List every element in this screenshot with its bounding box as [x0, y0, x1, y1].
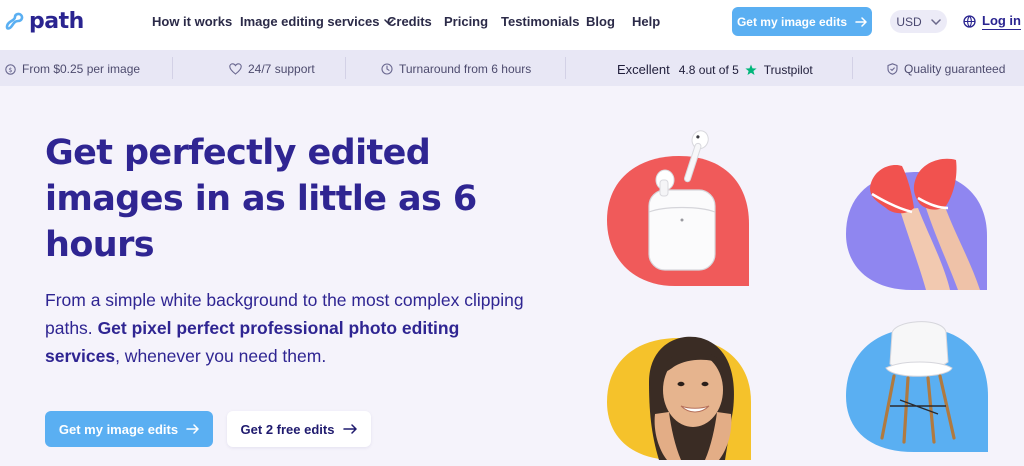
arrow-right-icon	[343, 424, 358, 434]
path-logo-icon	[5, 12, 24, 30]
divider	[852, 57, 853, 79]
trust-turnaround-text: Turnaround from 6 hours	[399, 62, 532, 76]
nav-cta-button[interactable]: Get my image edits	[732, 7, 872, 36]
trust-item-support: 24/7 support	[229, 62, 315, 76]
trust-item-turnaround: Turnaround from 6 hours	[381, 62, 531, 76]
trust-price-text: From $0.25 per image	[22, 62, 141, 76]
nav-cta-label: Get my image edits	[736, 14, 848, 29]
nav-link-credits[interactable]: Credits	[387, 14, 432, 29]
hero-subheading: From a simple white background to the mo…	[45, 286, 525, 370]
arrow-right-icon	[186, 424, 199, 434]
sneakers-product-image	[846, 158, 987, 290]
earbuds-product-image	[607, 130, 749, 286]
portrait-image	[607, 336, 751, 460]
trust-support-text: 24/7 support	[248, 62, 315, 76]
divider	[345, 57, 346, 79]
rating-word: Excellent	[617, 62, 670, 77]
nav-link-help[interactable]: Help	[632, 14, 660, 29]
trust-bar: $ From $0.25 per image 24/7 support Turn…	[0, 50, 1024, 86]
coin-icon: $	[5, 63, 16, 75]
star-icon	[745, 64, 757, 75]
trust-quality-text: Quality guaranteed	[904, 62, 1006, 76]
free-edits-button[interactable]: Get 2 free edits	[227, 411, 371, 447]
login-label: Log in	[982, 13, 1021, 30]
trustpilot-brand: Trustpilot	[763, 62, 813, 77]
nav-link-pricing[interactable]: Pricing	[444, 14, 488, 29]
nav-link-testimonials[interactable]: Testimonials	[501, 14, 580, 29]
divider	[172, 57, 173, 79]
trust-item-quality: Quality guaranteed	[887, 62, 1005, 76]
logo-text: path	[29, 9, 84, 34]
nav-link-label: Image editing services	[240, 14, 380, 29]
rating-score: 4.8 out of 5	[678, 62, 739, 77]
hero-cta-label: Get my image edits	[58, 421, 179, 437]
globe-icon	[963, 15, 976, 28]
sub-outro: , whenever you need them.	[115, 346, 327, 366]
chevron-down-icon	[930, 18, 941, 25]
currency-select[interactable]: USD	[890, 10, 947, 33]
arrow-right-icon	[855, 16, 867, 27]
top-navigation: path How it works Image editing services…	[0, 0, 1024, 50]
divider	[565, 57, 566, 79]
heart-icon	[229, 63, 242, 75]
nav-link-blog[interactable]: Blog	[586, 14, 615, 29]
hero-headline: Get perfectly edited images in as little…	[45, 133, 477, 265]
trustpilot-rating[interactable]: Excellent 4.8 out of 5 Trustpilot	[617, 62, 813, 77]
currency-value: USD	[896, 14, 922, 29]
nav-link-how-it-works[interactable]: How it works	[152, 14, 232, 29]
shield-icon	[887, 63, 898, 75]
logo[interactable]: path	[4, 9, 84, 34]
svg-text:$: $	[8, 66, 12, 74]
login-link[interactable]: Log in	[963, 13, 1021, 30]
hero-cta-button[interactable]: Get my image edits	[45, 411, 213, 447]
clock-icon	[381, 63, 393, 75]
chair-product-image	[846, 321, 988, 452]
free-edits-label: Get 2 free edits	[240, 421, 335, 437]
trust-item-price: $ From $0.25 per image	[5, 62, 140, 76]
nav-link-image-editing-services[interactable]: Image editing services	[240, 14, 395, 29]
